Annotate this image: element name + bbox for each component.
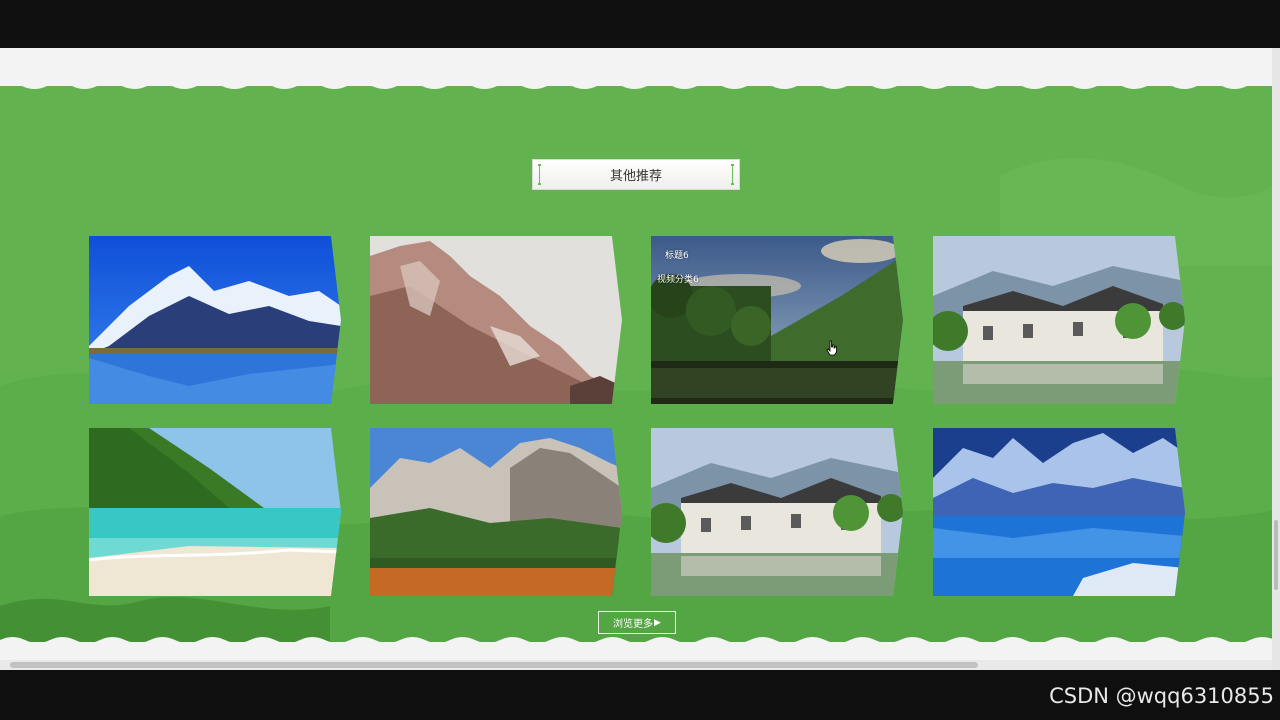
play-arrow-icon: ▶: [654, 617, 661, 628]
video-card-6[interactable]: [370, 428, 622, 596]
dolomite-forest-image: [370, 428, 622, 596]
video-card-5[interactable]: [89, 428, 341, 596]
browse-more-label: 浏览更多: [613, 619, 654, 630]
video-card-4[interactable]: [933, 236, 1185, 404]
forest-lake-image: [651, 236, 903, 404]
glacier-lake-image: [933, 428, 1185, 596]
hand-pointer-icon: [826, 340, 837, 356]
tropical-beach-image: [89, 428, 341, 596]
recommend-section: 其他推荐 标题6 视频分类6 浏览更多 ▶: [0, 78, 1272, 648]
title-bracket-left-icon: [538, 164, 541, 185]
video-card-3[interactable]: 标题6 视频分类6: [651, 236, 903, 404]
watermark-text: CSDN @wqq6310855: [1049, 684, 1274, 708]
video-card-8[interactable]: [933, 428, 1185, 596]
video-card-2[interactable]: [370, 236, 622, 404]
snow-mountain-lake-image: [89, 236, 341, 404]
card-title: 标题6: [665, 251, 689, 261]
section-title: 其他推荐: [609, 169, 662, 184]
wave-border-top: [0, 78, 1272, 89]
wave-border-bottom: [0, 637, 1272, 648]
video-card-7[interactable]: [651, 428, 903, 596]
title-bracket-right-icon: [731, 164, 734, 185]
horizontal-scrollbar-thumb[interactable]: [10, 662, 978, 668]
section-title-box: 其他推荐: [532, 159, 740, 190]
page-viewport: 其他推荐 标题6 视频分类6 浏览更多 ▶: [0, 48, 1272, 670]
ancient-village-image: [933, 236, 1185, 404]
rocky-cliff-image: [370, 236, 622, 404]
vertical-scrollbar-thumb[interactable]: [1274, 520, 1278, 590]
card-category: 视频分类6: [657, 275, 699, 285]
browse-more-button[interactable]: 浏览更多 ▶: [598, 611, 676, 634]
video-top-letterbox: [0, 0, 1280, 48]
video-card-1[interactable]: [89, 236, 341, 404]
ancient-village-image: [651, 428, 903, 596]
